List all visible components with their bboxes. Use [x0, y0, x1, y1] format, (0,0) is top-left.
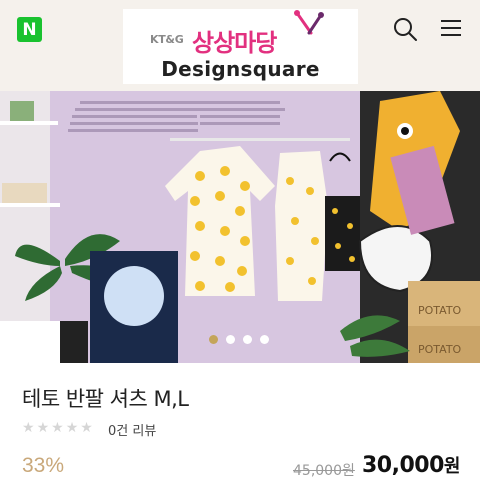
logo-brand-prefix: KT&G: [150, 33, 184, 46]
logo-brand-english: Designsquare: [161, 57, 320, 81]
box-print-text: POTATO: [418, 304, 462, 317]
naver-logo-letter: N: [22, 19, 37, 40]
hamburger-menu-icon: [441, 20, 461, 36]
review-count-link[interactable]: 0건 리뷰: [108, 420, 156, 439]
store-logo[interactable]: KT&G 상상마당 Designsquare: [123, 9, 358, 84]
product-info: 테토 반팔 셔츠 M,L ★ ★ ★ ★ ★ 0건 리뷰 33% 45,000원…: [0, 363, 480, 503]
carousel-pagination: [0, 335, 479, 347]
logo-decoration-icon: [294, 10, 324, 35]
carousel-dot-4[interactable]: [260, 335, 269, 344]
sale-price-unit: 원: [443, 456, 461, 477]
naver-home-button[interactable]: N: [17, 17, 42, 42]
carousel-dot-1[interactable]: [209, 335, 218, 344]
star-icon: ★: [80, 420, 93, 436]
star-icon: ★: [65, 420, 79, 436]
sale-price-amount: 30,000: [362, 453, 444, 478]
product-image-carousel[interactable]: POTATO POTATO: [0, 91, 480, 363]
product-title: 테토 반팔 셔츠 M,L: [22, 387, 189, 411]
menu-button[interactable]: [436, 14, 466, 44]
carousel-dot-2[interactable]: [226, 335, 235, 344]
star-icon: ★: [22, 420, 35, 436]
carousel-dot-3[interactable]: [243, 335, 252, 344]
header-bar: N KT&G 상상마당 Designsquare: [0, 0, 480, 91]
star-icon: ★: [36, 420, 50, 436]
logo-brand-korean: 상상마당: [192, 29, 277, 57]
search-icon: [394, 18, 417, 41]
product-photo: POTATO POTATO: [0, 91, 480, 363]
discount-rate: 33%: [22, 454, 65, 477]
sale-price: 30,000원: [362, 452, 460, 478]
product-page: N KT&G 상상마당 Designsquare POTATO POTATO 테…: [0, 0, 480, 503]
rating-stars: ★ ★ ★ ★ ★: [22, 421, 93, 435]
original-price: 45,000원: [293, 463, 355, 479]
star-icon: ★: [51, 420, 64, 436]
search-button[interactable]: [390, 14, 420, 44]
